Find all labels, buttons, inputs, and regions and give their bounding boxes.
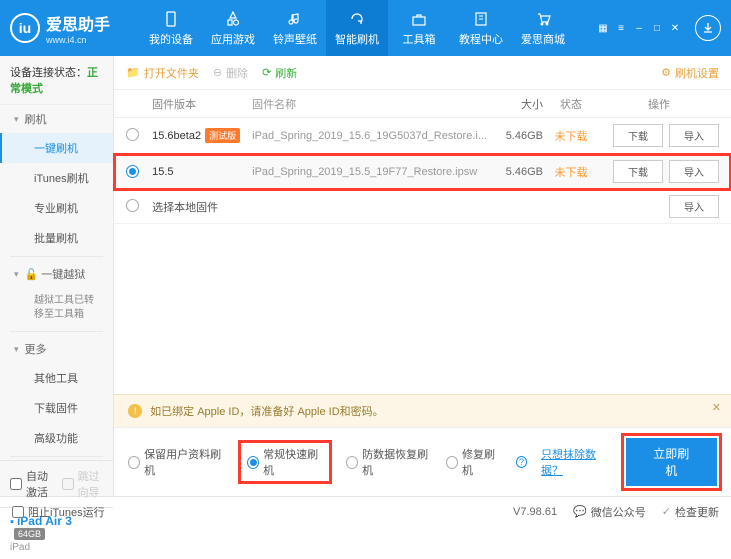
- download-button[interactable]: 下载: [613, 160, 663, 183]
- firmware-radio[interactable]: [126, 128, 139, 141]
- chevron-down-icon: ▾: [14, 269, 19, 280]
- toolbox-icon: [410, 10, 428, 28]
- window-tile-icon[interactable]: ▦: [595, 21, 611, 35]
- col-ops: 操作: [599, 96, 719, 112]
- col-size: 大小: [487, 96, 543, 112]
- wechat-icon: 💬: [573, 505, 587, 518]
- app-logo: iu: [10, 13, 40, 43]
- warning-icon: !: [128, 404, 142, 418]
- refresh-button[interactable]: ⟳刷新: [262, 65, 297, 81]
- sidebar-section[interactable]: ▾🔓 一键越狱: [0, 260, 113, 288]
- repair-flash-radio[interactable]: 修复刷机: [446, 446, 502, 478]
- anti-recovery-radio[interactable]: 防数据恢复刷机: [346, 446, 432, 478]
- nav-refresh[interactable]: 智能刷机: [326, 0, 388, 56]
- sidebar-section[interactable]: ▾刷机: [0, 105, 113, 133]
- window-minimize-icon[interactable]: –: [631, 21, 647, 35]
- sidebar-item[interactable]: iTunes刷机: [0, 163, 113, 193]
- nav-toolbox[interactable]: 工具箱: [388, 0, 450, 56]
- local-firmware-radio[interactable]: [126, 199, 139, 212]
- sidebar-item[interactable]: 一键刷机: [0, 133, 113, 163]
- notice-text: 如已绑定 Apple ID，请准备好 Apple ID和密码。: [150, 403, 384, 419]
- nav-book[interactable]: 教程中心: [450, 0, 512, 56]
- firmware-row[interactable]: 15.6beta2测试版iPad_Spring_2019_15.6_19G503…: [114, 118, 731, 154]
- import-button[interactable]: 导入: [669, 160, 719, 183]
- normal-flash-radio[interactable]: 常规快速刷机: [247, 446, 323, 478]
- erase-only-link[interactable]: 只想抹除数据？: [541, 446, 611, 478]
- import-button[interactable]: 导入: [669, 124, 719, 147]
- book-icon: [472, 10, 490, 28]
- wechat-link[interactable]: 💬微信公众号: [573, 504, 646, 520]
- import-local-button[interactable]: 导入: [669, 195, 719, 218]
- flash-settings-button[interactable]: ⚙刷机设置: [661, 65, 719, 81]
- sidebar-item[interactable]: 批量刷机: [0, 223, 113, 253]
- nav-app[interactable]: 应用游戏: [202, 0, 264, 56]
- phone-icon: [162, 10, 180, 28]
- refresh-icon: [348, 10, 366, 28]
- cart-icon: [534, 10, 552, 28]
- block-itunes-checkbox[interactable]: 阻止iTunes运行: [12, 504, 105, 520]
- sidebar-item[interactable]: 高级功能: [0, 423, 113, 453]
- col-version: 固件版本: [152, 96, 252, 112]
- gear-icon: ⚙: [661, 66, 671, 79]
- window-close-icon[interactable]: ✕: [667, 21, 683, 35]
- help-icon[interactable]: ?: [516, 456, 527, 468]
- update-icon: ✓: [662, 505, 671, 518]
- chevron-down-icon: ▾: [14, 114, 19, 125]
- download-circle-icon[interactable]: [695, 15, 721, 41]
- delete-icon: ⊖: [213, 66, 222, 79]
- refresh-icon: ⟳: [262, 66, 271, 79]
- music-icon: [286, 10, 304, 28]
- window-menu-icon[interactable]: ≡: [613, 21, 629, 35]
- download-button[interactable]: 下载: [613, 124, 663, 147]
- check-update-link[interactable]: ✓检查更新: [662, 504, 719, 520]
- local-firmware-label: 选择本地固件: [152, 199, 599, 215]
- sidebar-item[interactable]: 其他工具: [0, 363, 113, 393]
- app-url: www.i4.cn: [46, 35, 110, 45]
- firmware-radio[interactable]: [126, 165, 139, 178]
- sidebar-section[interactable]: ▾更多: [0, 335, 113, 363]
- nav-music[interactable]: 铃声壁纸: [264, 0, 326, 56]
- app-name: 爱思助手: [46, 11, 110, 35]
- notice-close-icon[interactable]: ✕: [712, 401, 721, 414]
- keep-data-radio[interactable]: 保留用户资料刷机: [128, 446, 224, 478]
- col-name: 固件名称: [252, 96, 487, 112]
- firmware-row[interactable]: 15.5iPad_Spring_2019_15.5_19F77_Restore.…: [114, 154, 731, 190]
- col-status: 状态: [543, 96, 599, 112]
- connection-status: 设备连接状态：正常模式: [0, 56, 113, 105]
- folder-icon: 📁: [126, 66, 140, 79]
- sidebar-item[interactable]: 专业刷机: [0, 193, 113, 223]
- app-icon: [224, 10, 242, 28]
- delete-button: ⊖删除: [213, 65, 248, 81]
- sidebar-info: 越狱工具已转移至工具箱: [0, 288, 113, 328]
- sidebar-item[interactable]: 下载固件: [0, 393, 113, 423]
- flash-now-button[interactable]: 立即刷机: [626, 438, 718, 486]
- nav-phone[interactable]: 我的设备: [140, 0, 202, 56]
- auto-activate-checkbox[interactable]: 自动激活: [10, 468, 52, 500]
- open-folder-button[interactable]: 📁打开文件夹: [126, 65, 199, 81]
- nav-cart[interactable]: 爱思商城: [512, 0, 574, 56]
- skip-guide-checkbox[interactable]: 跳过向导: [62, 468, 104, 500]
- version-label: V7.98.61: [513, 506, 557, 518]
- window-maximize-icon[interactable]: □: [649, 21, 665, 35]
- chevron-down-icon: ▾: [14, 344, 19, 355]
